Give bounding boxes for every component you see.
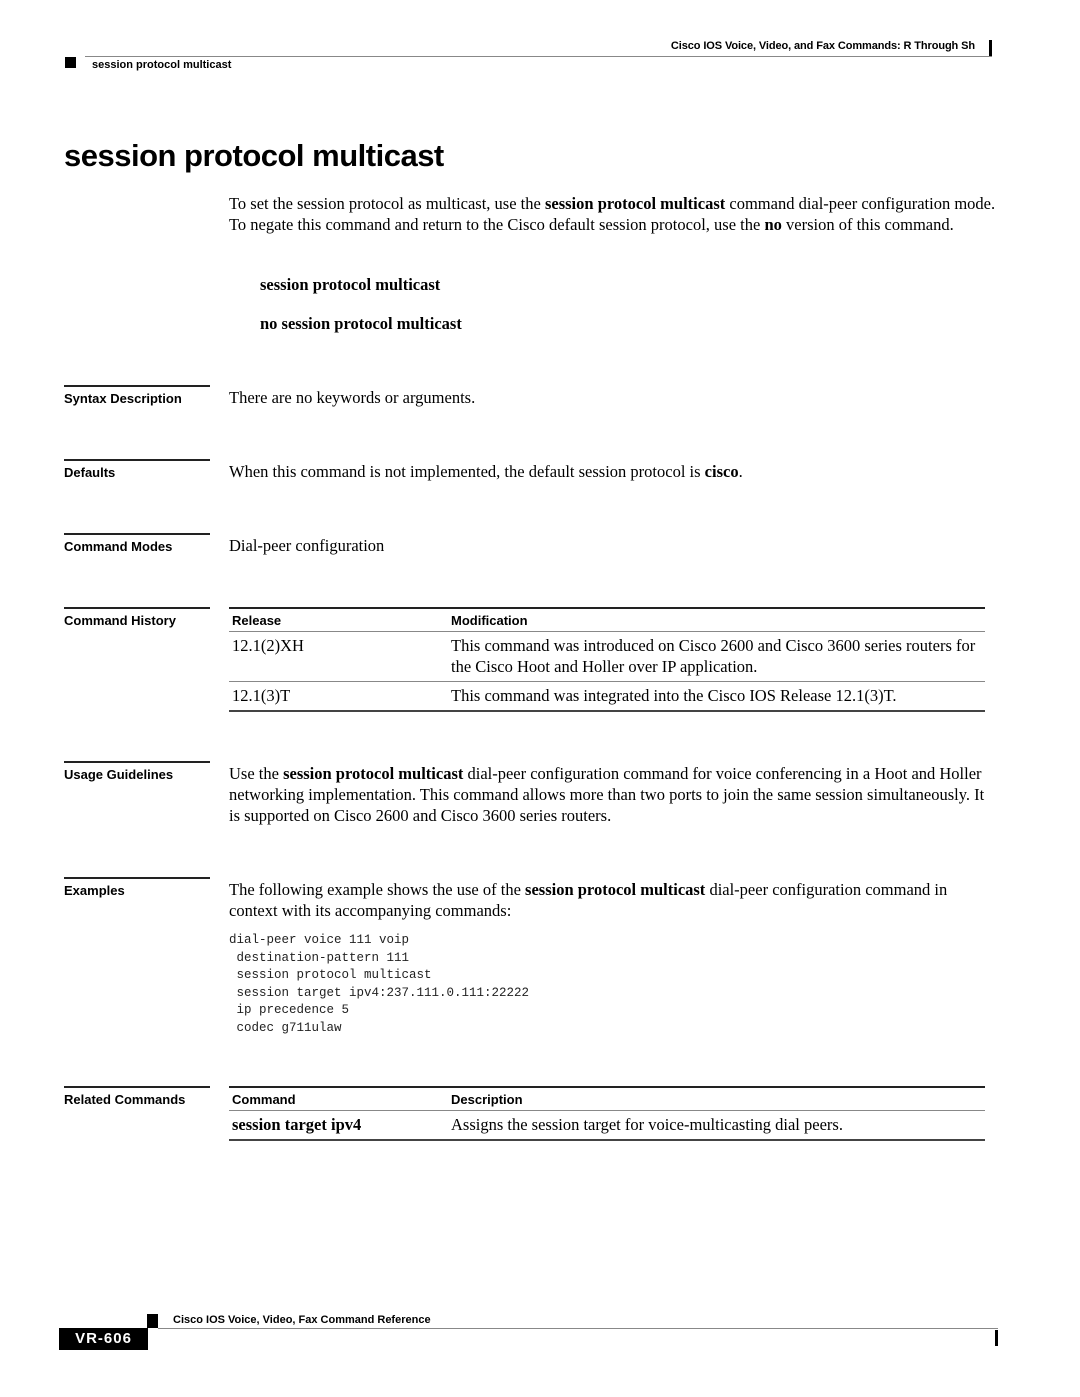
header-rule bbox=[85, 56, 992, 57]
page-title: session protocol multicast bbox=[64, 138, 444, 173]
column-header-description: Description bbox=[448, 1086, 985, 1111]
release-cell: 12.1(2)XH bbox=[229, 631, 448, 682]
column-header-release: Release bbox=[229, 607, 448, 632]
column-header-command: Command bbox=[229, 1086, 448, 1111]
page-number-badge: VR-606 bbox=[59, 1328, 148, 1350]
section-label-command-modes: Command Modes bbox=[64, 539, 173, 554]
related-command-description: Assigns the session target for voice-mul… bbox=[448, 1110, 985, 1141]
release-cell: 12.1(3)T bbox=[229, 681, 448, 712]
section-rule bbox=[64, 607, 210, 609]
modification-cell: This command was integrated into the Cis… bbox=[448, 681, 985, 712]
section-rule bbox=[64, 385, 210, 387]
running-header-book-title: Cisco IOS Voice, Video, and Fax Commands… bbox=[670, 40, 975, 52]
examples-text: The following example shows the use of t… bbox=[229, 879, 969, 921]
intro-command: session protocol multicast bbox=[544, 194, 726, 213]
footer-square-marker bbox=[147, 1314, 158, 1328]
intro-no-keyword: no bbox=[764, 215, 782, 234]
syntax-line-negated: no session protocol multicast bbox=[260, 314, 462, 333]
intro-paragraph: To set the session protocol as multicast… bbox=[229, 193, 999, 235]
footer-book-title: Cisco IOS Voice, Video, Fax Command Refe… bbox=[173, 1314, 431, 1326]
command-modes-text: Dial-peer configuration bbox=[229, 536, 385, 555]
column-header-modification: Modification bbox=[448, 607, 985, 632]
table-row: 12.1(2)XH This command was introduced on… bbox=[229, 631, 985, 682]
usage-text-part: Use the bbox=[229, 764, 284, 783]
defaults-text-part: . bbox=[738, 462, 743, 481]
related-commands-table: Command Description session target ipv4 … bbox=[229, 1086, 985, 1141]
footer-rule bbox=[158, 1328, 998, 1329]
table-row: session target ipv4 Assigns the session … bbox=[229, 1110, 985, 1141]
section-label-related-commands: Related Commands bbox=[64, 1092, 186, 1107]
modification-cell: This command was introduced on Cisco 260… bbox=[448, 631, 985, 682]
intro-text: To set the session protocol as multicast… bbox=[229, 194, 545, 213]
table-row: 12.1(3)T This command was integrated int… bbox=[229, 681, 985, 712]
footer-edge-bar bbox=[995, 1330, 998, 1346]
examples-text-part: The following example shows the use of t… bbox=[229, 880, 526, 899]
related-command-link[interactable]: session target ipv4 bbox=[229, 1110, 448, 1141]
defaults-text-part: When this command is not implemented, th… bbox=[229, 462, 705, 481]
table-header-row: Command Description bbox=[229, 1086, 985, 1111]
section-rule bbox=[64, 1086, 210, 1088]
table-header-row: Release Modification bbox=[229, 607, 985, 632]
section-rule bbox=[64, 533, 210, 535]
section-rule bbox=[64, 459, 210, 461]
defaults-value: cisco bbox=[704, 462, 739, 481]
section-label-usage-guidelines: Usage Guidelines bbox=[64, 767, 174, 782]
defaults-text: When this command is not implemented, th… bbox=[229, 462, 743, 482]
command-history-table: Release Modification 12.1(2)XH This comm… bbox=[229, 607, 985, 712]
usage-guidelines-text: Use the session protocol multicast dial-… bbox=[229, 763, 999, 826]
usage-command: session protocol multicast bbox=[283, 764, 464, 783]
section-label-defaults: Defaults bbox=[64, 465, 116, 480]
examples-command: session protocol multicast bbox=[525, 880, 706, 899]
syntax-description-text: There are no keywords or arguments. bbox=[229, 388, 476, 407]
running-header-section: session protocol multicast bbox=[92, 59, 232, 71]
section-rule bbox=[64, 877, 210, 879]
section-label-command-history: Command History bbox=[64, 613, 176, 628]
section-label-syntax-description: Syntax Description bbox=[64, 391, 182, 406]
intro-text: version of this command. bbox=[781, 215, 954, 234]
section-rule bbox=[64, 761, 210, 763]
header-square-marker bbox=[65, 57, 76, 68]
syntax-line: session protocol multicast bbox=[260, 275, 441, 294]
section-label-examples: Examples bbox=[64, 883, 125, 898]
example-code-block: dial-peer voice 111 voip destination-pat… bbox=[229, 933, 530, 1035]
header-edge-bar bbox=[989, 40, 992, 56]
